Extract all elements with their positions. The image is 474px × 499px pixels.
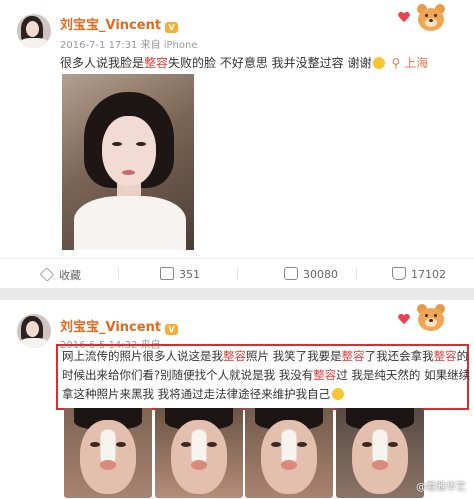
verified-badge-icon: V — [165, 324, 179, 335]
location-link[interactable]: ⚲ 上海 — [391, 56, 428, 70]
comment-button[interactable]: 30080 — [284, 267, 338, 281]
smile-emoji-icon — [332, 388, 345, 400]
heart-icon — [398, 314, 410, 325]
avatar[interactable] — [17, 14, 51, 48]
watermark: @看雅华艺 — [416, 482, 466, 493]
post-text: 很多人说我脸是整容失败的脸 不好意思 我并没整过容 谢谢 ⚲ 上海 — [60, 56, 429, 70]
post-photo-4[interactable] — [336, 408, 424, 498]
quote-line-3: 拿这种照片来黑我 我将通过走法律途径来维护我自己 — [62, 386, 345, 402]
avatar[interactable] — [17, 314, 51, 348]
post-photo-3[interactable] — [245, 408, 333, 498]
quote-line-1: 网上流传的照片很多人说这是我整容照片 我笑了我要是整容了我还会拿我整容的 — [62, 349, 469, 363]
star-icon — [39, 267, 55, 282]
post-photo-selfie[interactable] — [62, 74, 194, 250]
post-photo-2[interactable] — [155, 408, 243, 498]
bear-mascot-icon — [415, 4, 447, 32]
post-meta: 2016-7-1 17:31 来自 iPhone — [60, 40, 198, 51]
repost-button[interactable]: 351 — [160, 267, 200, 281]
bear-mascot-icon — [415, 304, 447, 332]
username[interactable]: 刘宝宝_Vincent V — [60, 14, 179, 33]
quote-line-2: 时候出来给你们看?别随便找个人就说是我 我没有整容过 我是纯天然的 如果继续 — [62, 368, 471, 382]
location-pin-icon: ⚲ — [391, 56, 401, 70]
heart-icon — [398, 12, 410, 23]
like-button[interactable]: 17102 — [392, 267, 446, 281]
favorite-button[interactable]: 收藏 — [39, 267, 81, 283]
weibo-post-1: 刘宝宝_Vincent V 2016-7-1 17:31 来自 iPhone 很多… — [0, 0, 474, 288]
post-actions-bar: 收藏 351 30080 17102 — [0, 258, 474, 289]
username[interactable]: 刘宝宝_Vincent V — [60, 316, 179, 335]
comment-icon — [284, 267, 298, 280]
post-photo-1[interactable] — [64, 408, 152, 498]
smile-emoji-icon — [373, 57, 386, 69]
highlight-keyword: 整容 — [144, 56, 169, 70]
repost-icon — [160, 267, 174, 280]
verified-badge-icon: V — [165, 22, 179, 33]
thumbs-up-icon — [392, 267, 406, 280]
